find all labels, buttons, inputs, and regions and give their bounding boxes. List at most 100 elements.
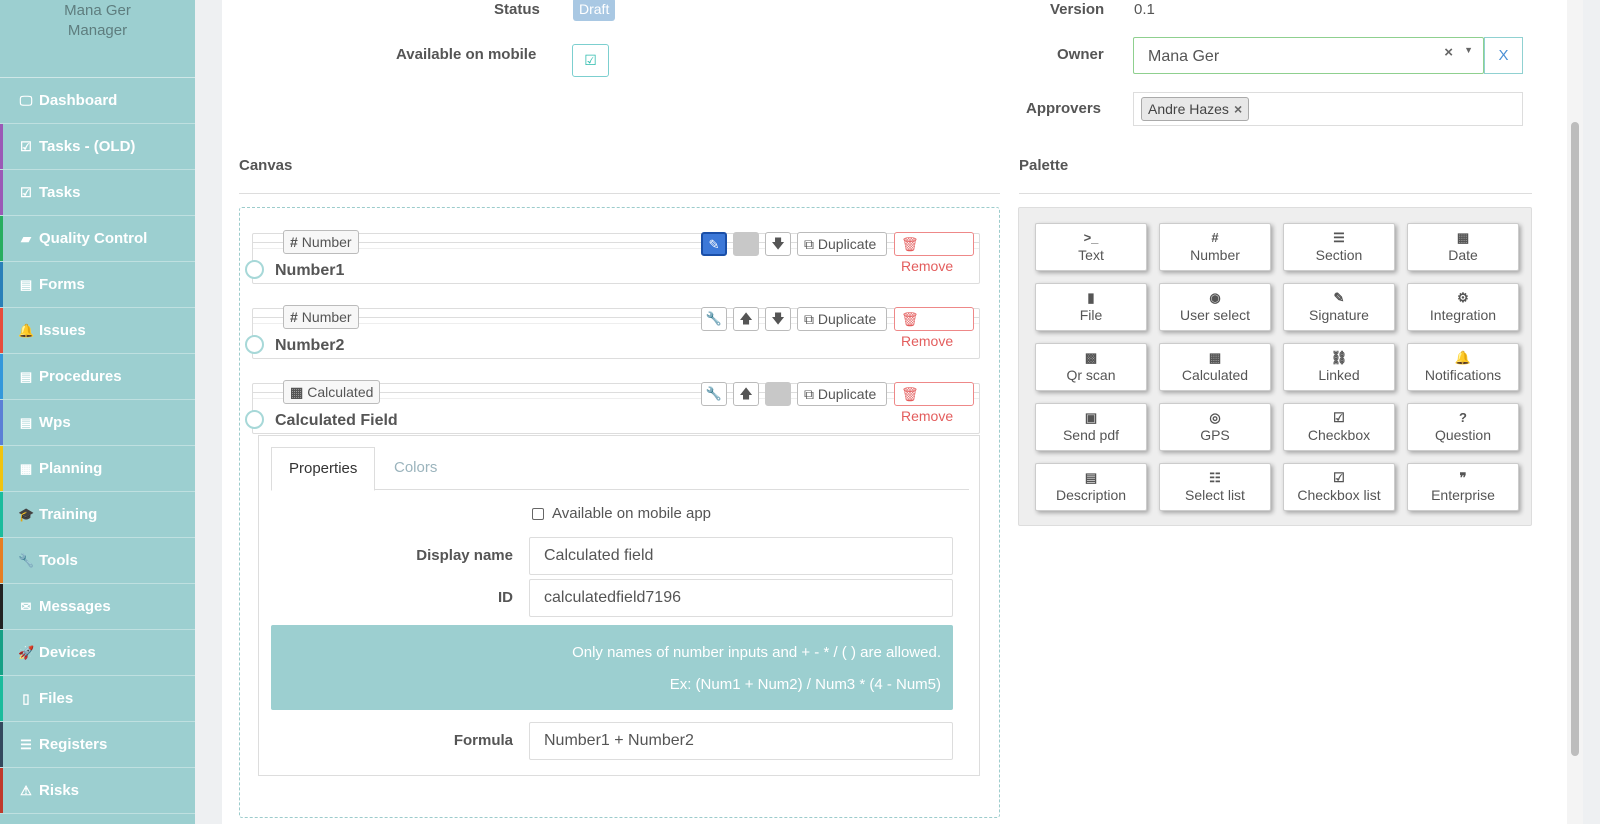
sidebar-item-procedures[interactable]: ▤ Procedures [0,354,195,400]
copy-icon: ⧉ [804,311,818,327]
tab-properties[interactable]: Properties [271,447,376,491]
palette-item-label: Integration [1429,307,1497,323]
palette-item-text[interactable]: >_ Text [1035,223,1147,271]
sidebar-item-risks[interactable]: ⚠ Risks [0,768,195,814]
canvas-field[interactable]: # Number Number2 🔧 🡅 🡇 ⧉ Duplicate 🗑 Remo… [245,305,980,359]
palette-item-user-select[interactable]: ◉ User select [1159,283,1271,331]
palette-item-label: Number [1190,247,1240,263]
chevron-down-icon[interactable]: ▼ [1464,45,1473,55]
tab-colors[interactable]: Colors [377,447,454,491]
palette-icon: ▤ [1084,470,1098,485]
field-radio[interactable] [245,410,264,429]
arrow-up-icon: 🡅 [739,311,753,326]
clear-icon[interactable]: × [1444,44,1453,61]
palette-item-notifications[interactable]: 🔔 Notifications [1407,343,1519,391]
sidebar-item-training[interactable]: 🎓 Training [0,492,195,538]
palette-item-enterprise[interactable]: ❞ Enterprise [1407,463,1519,511]
palette-item-number[interactable]: # Number [1159,223,1271,271]
palette-item-file[interactable]: ▮ File [1035,283,1147,331]
mobile-app-checkbox-row[interactable]: Available on mobile app [532,505,711,522]
edit-button[interactable]: ✎ [701,232,727,256]
palette-item-gps[interactable]: ◎ GPS [1159,403,1271,451]
sidebar-item-tools[interactable]: 🔧 Tools [0,538,195,584]
field-radio[interactable] [245,335,264,354]
remove-button[interactable]: 🗑 Remove [894,307,974,349]
user-name: Mana Ger [64,2,131,19]
palette-item-section[interactable]: ☰ Section [1283,223,1395,271]
remove-button[interactable]: 🗑 Remove [894,232,974,274]
palette-item-checkbox[interactable]: ☑ Checkbox [1283,403,1395,451]
palette-item-label: Enterprise [1431,487,1495,503]
id-input[interactable]: calculatedfield7196 [529,579,953,617]
sidebar-item-issues[interactable]: 🔔 Issues [0,308,195,354]
sidebar-item-label: Risks [39,782,80,799]
sidebar-item-devices[interactable]: 🚀 Devices [0,630,195,676]
display-name-input[interactable]: Calculated field [529,537,953,575]
sidebar-item-planning[interactable]: ▦ Planning [0,446,195,492]
owner-select[interactable]: Mana Ger × ▼ [1133,37,1484,74]
canvas-field[interactable]: # Number Number1 ✎ 🡇 ⧉ Duplicate 🗑 Remove [245,230,980,284]
duplicate-button[interactable]: ⧉ Duplicate [797,307,887,331]
sidebar-item-label: Devices [39,644,96,661]
palette-item-label: User select [1179,307,1251,323]
move-down-button[interactable]: 🡇 [765,232,791,256]
remove-button[interactable]: 🗑 Remove [894,382,974,424]
palette-icon: ❞ [1459,470,1467,485]
duplicate-button[interactable]: ⧉ Duplicate [797,232,887,256]
field-name: Number2 [275,337,345,354]
owner-clear-button[interactable]: X [1484,37,1523,74]
sidebar-item-forms[interactable]: ▤ Forms [0,262,195,308]
approvers-input[interactable]: Andre Hazes × [1133,92,1523,126]
palette-item-question[interactable]: ? Question [1407,403,1519,451]
palette-icon: ◉ [1209,290,1221,305]
palette-item-checkbox-list[interactable]: ☑ Checkbox list [1283,463,1395,511]
palette-item-integration[interactable]: ⚙ Integration [1407,283,1519,331]
palette-item-calculated[interactable]: ▦ Calculated [1159,343,1271,391]
sidebar-item-registers[interactable]: ☰ Registers [0,722,195,768]
canvas-area: # Number Number1 ✎ 🡇 ⧉ Duplicate 🗑 Remove… [239,207,1000,818]
canvas-field[interactable]: ▦ Calculated Calculated Field 🔧 🡅 ⧉ Dupli… [245,380,980,434]
palette-item-select-list[interactable]: ☷ Select list [1159,463,1271,511]
move-up-button[interactable]: 🡅 [733,382,759,406]
edit-button[interactable]: 🔧 [701,307,727,331]
version-value: 0.1 [1134,1,1155,18]
scrollbar[interactable] [1567,0,1583,824]
formula-input[interactable]: Number1 + Number2 [529,722,953,760]
sidebar-item-label: Wps [39,414,71,431]
palette-item-linked[interactable]: ⛓ Linked [1283,343,1395,391]
palette-icon: ▦ [1456,230,1470,245]
sidebar-item-tasks[interactable]: ☑ Tasks [0,170,195,216]
palette-item-send-pdf[interactable]: ▣ Send pdf [1035,403,1147,451]
sidebar-item-wps[interactable]: ▤ Wps [0,400,195,446]
wrench-icon: 🔧 [705,386,723,401]
palette-item-date[interactable]: ▦ Date [1407,223,1519,271]
palette-item-signature[interactable]: ✎ Signature [1283,283,1395,331]
sidebar-item-label: Tools [39,552,78,569]
duplicate-button[interactable]: ⧉ Duplicate [797,382,887,406]
palette-item-label: Checkbox list [1297,487,1381,503]
scrollbar-thumb[interactable] [1571,122,1579,756]
approver-tag: Andre Hazes × [1141,97,1250,121]
status-label: Status [494,1,540,18]
palette-item-label: Question [1434,427,1492,443]
palette-icon: ▦ [1208,350,1222,365]
remove-tag-icon[interactable]: × [1234,101,1242,117]
sidebar-item-label: Registers [39,736,108,753]
palette-item-description[interactable]: ▤ Description [1035,463,1147,511]
palette-item-qr-scan[interactable]: ▩ Qr scan [1035,343,1147,391]
approvers-label: Approvers [1026,100,1102,117]
move-down-button[interactable]: 🡇 [765,307,791,331]
move-up-button[interactable]: 🡅 [733,307,759,331]
sidebar-item-tasks-old[interactable]: ☑ Tasks - (OLD) [0,124,195,170]
sidebar-item-dashboard[interactable]: 🖵 Dashboard [0,78,195,124]
sidebar-item-messages[interactable]: ✉ Messages [0,584,195,630]
sidebar-item-label: Quality Control [39,230,148,247]
nav-list: 🖵 Dashboard ☑ Tasks - (OLD) ☑ Tasks ▰ Quality C… [0,78,195,814]
field-radio[interactable] [245,260,264,279]
sidebar-item-files[interactable]: ▯ Files [0,676,195,722]
sidebar-item-label: Messages [39,598,111,615]
sidebar-item-quality-control[interactable]: ▰ Quality Control [0,216,195,262]
edit-button[interactable]: 🔧 [701,382,727,406]
mobile-app-checkbox[interactable] [532,507,544,520]
mobile-check-button[interactable]: ☑ [572,44,609,77]
